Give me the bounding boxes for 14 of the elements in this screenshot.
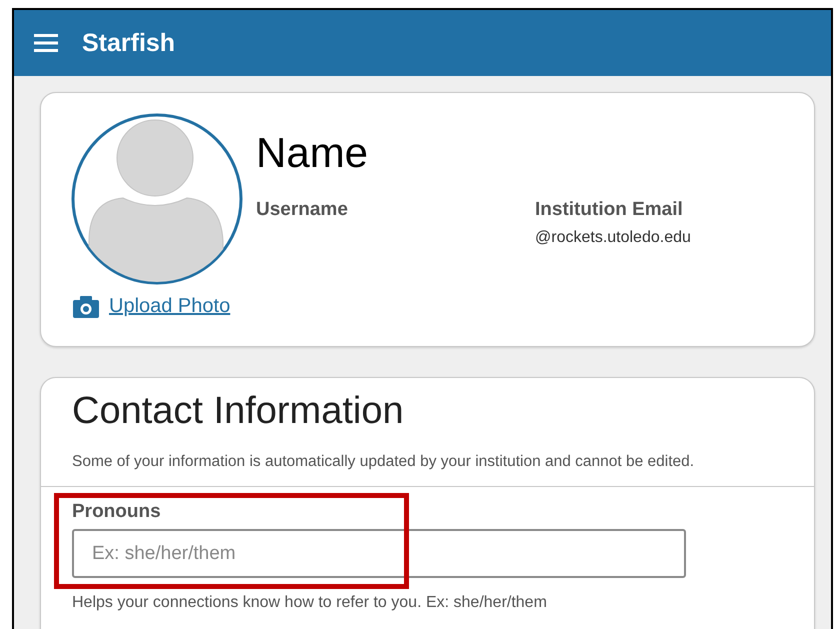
field-label: Institution Email [535,199,684,221]
upload-photo-link[interactable]: Upload Photo [109,295,230,318]
camera-icon [73,296,99,318]
field-label: Pronouns [72,501,162,523]
section-title: Contact Information [71,390,405,433]
avatar-icon [71,113,243,285]
menu-icon[interactable] [34,34,58,52]
app-title: Starfish [82,28,176,58]
field-value: @rockets.utoledo.edu [535,229,692,247]
info-note: Some of your information is automatically updated by your institution and cannot be edited. [71,452,696,471]
field-label: Username [256,199,349,221]
profile-name: Name [256,129,370,177]
pronouns-input[interactable]: Ex: she/her/them [72,529,686,578]
help-text: Helps your connections know how to refer to you. Ex: she/her/them [72,594,548,612]
